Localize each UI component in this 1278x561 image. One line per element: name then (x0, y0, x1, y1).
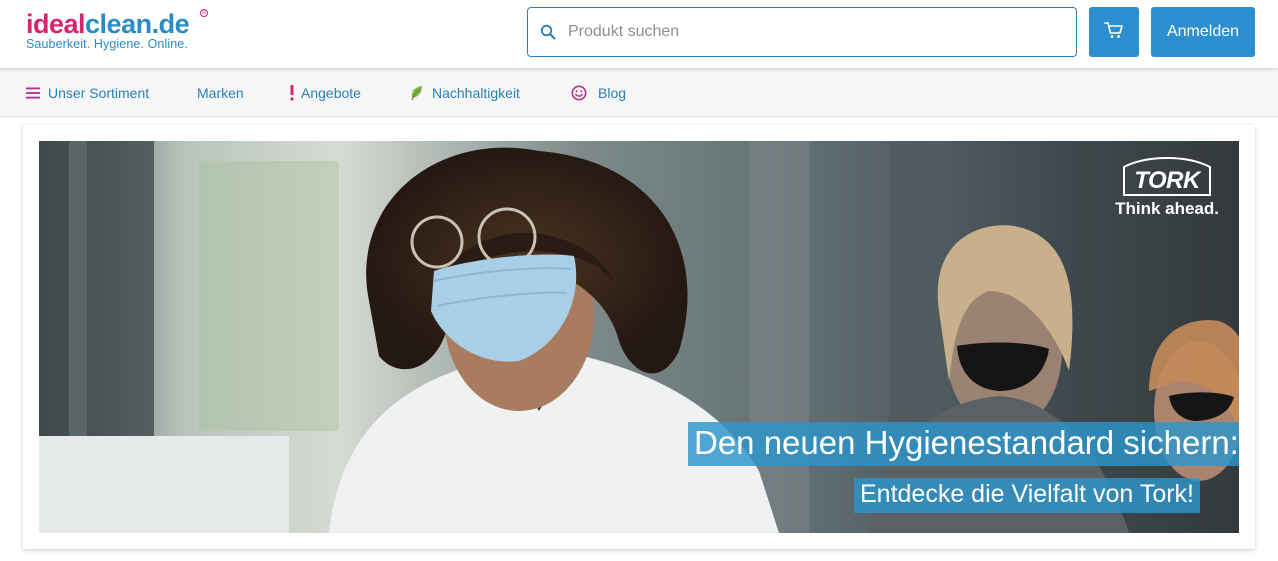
site-logo[interactable]: idealclean.de R Sauberkeit. Hygiene. Onl… (26, 9, 208, 51)
search-input[interactable] (568, 23, 1048, 41)
nav-item-sortiment[interactable]: Unser Sortiment (26, 68, 149, 117)
tork-brand-block: TORK Think ahead. (1115, 155, 1219, 219)
cart-button[interactable] (1089, 7, 1139, 57)
main-navigation: Unser Sortiment Marken Angebote Nachhalt… (0, 68, 1278, 117)
logo-name-part1: ideal (26, 9, 86, 39)
banner-photo (39, 141, 1239, 533)
site-header: idealclean.de R Sauberkeit. Hygiene. Onl… (0, 0, 1278, 68)
nav-item-label: Unser Sortiment (48, 84, 150, 101)
hero-banner[interactable]: TORK Think ahead. Den neuen Hygienestand… (39, 141, 1239, 533)
nav-item-label: Nachhaltigkeit (432, 84, 520, 101)
nav-item-label: Blog (598, 84, 627, 101)
tork-tagline: Think ahead. (1115, 199, 1219, 218)
smiley-icon (571, 85, 587, 101)
logo-tagline: Sauberkeit. Hygiene. Online. (26, 37, 188, 51)
login-button[interactable]: Anmelden (1151, 7, 1255, 57)
banner-headline: Den neuen Hygienestandard sichern: (688, 422, 1239, 466)
nav-item-blog[interactable]: Blog (571, 68, 626, 117)
cart-icon (1104, 21, 1124, 44)
registered-mark-icon: R (200, 9, 208, 17)
nav-item-label: Marken (197, 84, 244, 101)
banner-subheadline: Entdecke die Vielfalt von Tork! (854, 478, 1200, 513)
nav-item-marken[interactable]: Marken (197, 68, 244, 117)
exclamation-icon (289, 84, 295, 101)
logo-name-part2: clean.de (85, 9, 190, 39)
logo-wordmark: idealclean.de (26, 9, 190, 39)
nav-item-nachhaltigkeit[interactable]: Nachhaltigkeit (410, 68, 520, 117)
leaf-icon (410, 85, 424, 101)
menu-icon (26, 87, 40, 99)
nav-item-label: Angebote (301, 84, 361, 101)
search-box (527, 7, 1077, 57)
tork-logo: TORK (1122, 155, 1212, 197)
tork-logo-text: TORK (1134, 167, 1200, 194)
hero-banner-card: TORK Think ahead. Den neuen Hygienestand… (23, 125, 1255, 549)
search-icon[interactable] (528, 24, 568, 40)
nav-item-angebote[interactable]: Angebote (289, 68, 361, 117)
